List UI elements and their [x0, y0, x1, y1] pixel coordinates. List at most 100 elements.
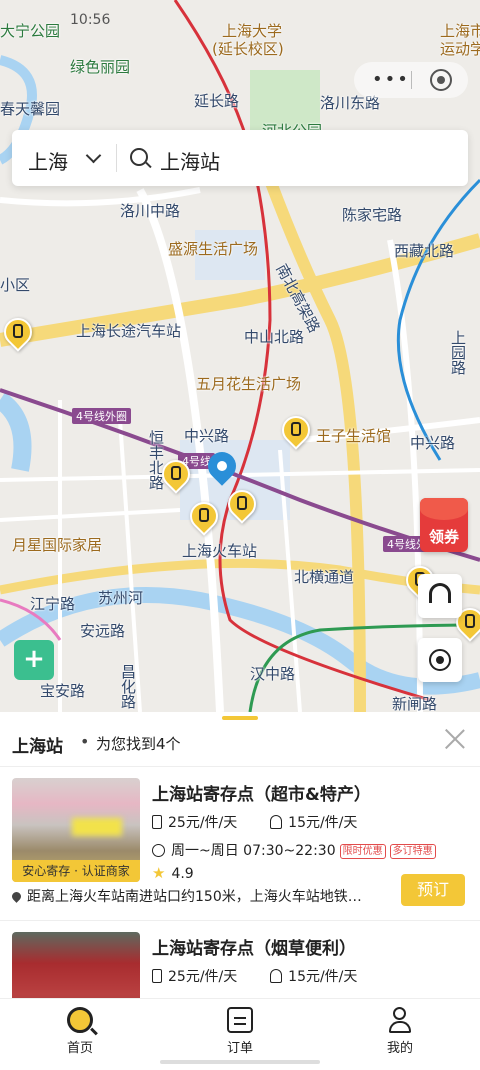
close-icon[interactable] — [444, 728, 466, 750]
hours-row: 周一~周日 07:30~22:30 限时优惠 多订特惠 — [152, 840, 436, 860]
map-label: 延长路 — [194, 92, 240, 110]
store-card[interactable]: 安心寄存 · 认证商家 上海站寄存点（超市&特产） 25元/件/天 15元/件/… — [0, 766, 480, 916]
storage-pin[interactable] — [222, 484, 262, 528]
luggage-icon — [13, 324, 23, 338]
capsule-divider — [411, 71, 412, 89]
map-label: 盛源生活广场 — [168, 240, 259, 258]
verified-tag: 安心寄存 · 认证商家 — [12, 860, 140, 882]
price-large: 15元/件/天 — [288, 815, 358, 831]
sheet-dot: • — [80, 732, 90, 751]
headset-icon — [429, 583, 451, 603]
luggage-icon — [465, 614, 475, 628]
map-label: 陈家宅路 — [342, 206, 403, 224]
store-name: 上海站寄存点（烟草便利） — [152, 939, 356, 959]
price-row: 25元/件/天 15元/件/天 — [152, 812, 357, 832]
promo-badge: 限时优惠 — [339, 844, 386, 859]
map-label: 昌化路 — [119, 664, 137, 709]
bag-icon — [270, 815, 283, 829]
search-home-icon — [67, 1007, 93, 1033]
map-label: 洛川中路 — [120, 202, 181, 220]
map-label: 安远路 — [80, 622, 126, 640]
order-icon — [227, 1007, 253, 1033]
map-label: 中兴路 — [410, 434, 456, 452]
insurance-shield-icon[interactable]: + — [14, 640, 54, 680]
map-label: 江宁路 — [30, 595, 76, 613]
map-label: 汉中路 — [250, 665, 296, 683]
luggage-icon — [237, 496, 247, 510]
price-large: 15元/件/天 — [288, 969, 358, 985]
map-label: 大宁公园 — [0, 22, 61, 40]
coupon-button[interactable]: 领券 — [420, 498, 468, 552]
map-label: 月星国际家居 — [12, 536, 103, 554]
store-address: 距离上海火车站南进站口约150米，上海火车站地铁… — [27, 889, 362, 905]
price-row: 25元/件/天 15元/件/天 — [152, 966, 357, 986]
luggage-icon — [199, 508, 209, 522]
bottom-tab-bar: 首页 订单 我的 — [0, 998, 480, 1067]
mini-program-capsule: ••• — [354, 62, 468, 98]
bag-icon — [270, 969, 283, 983]
home-indicator — [160, 1060, 320, 1064]
map-label: 运动学 — [440, 40, 480, 58]
map-label: 4号线外圈 — [72, 408, 131, 424]
tab-label: 我的 — [386, 1041, 413, 1056]
suitcase-icon — [152, 815, 162, 829]
map-label: 上园路 — [449, 330, 467, 375]
storage-pin[interactable] — [276, 410, 316, 454]
map-label: 西藏北路 — [394, 242, 455, 260]
storage-pin[interactable] — [184, 496, 224, 540]
map-view[interactable]: 10:56 大宁公园 上海大学 (延长校区) 上海市 运动学 绿色丽园 延长路 … — [0, 0, 480, 712]
tab-label: 首页 — [66, 1041, 93, 1056]
rating-row: ★ 4.9 — [152, 864, 194, 882]
search-input[interactable]: 上海站 — [160, 146, 220, 175]
luggage-icon — [171, 466, 181, 480]
star-icon: ★ — [152, 864, 166, 882]
locate-icon-dot — [436, 656, 444, 664]
map-label: 春天馨园 — [0, 100, 61, 118]
map-label: 上海长途汽车站 — [76, 322, 182, 340]
result-count: 为您找到4个 — [96, 735, 181, 753]
price-small: 25元/件/天 — [168, 815, 238, 831]
storage-pin[interactable] — [0, 312, 38, 356]
map-label: 小区 — [0, 276, 31, 294]
map-label: 新闸路 — [392, 695, 438, 712]
tab-profile[interactable]: 我的 — [360, 1007, 440, 1056]
map-label: 五月花生活广场 — [196, 375, 302, 393]
map-label: (延长校区) — [212, 40, 284, 58]
search-bar: 上海 上海站 — [12, 130, 468, 186]
map-label: 王子生活馆 — [316, 427, 392, 445]
map-label: 北横通道 — [294, 568, 355, 586]
storage-pin[interactable] — [156, 454, 196, 498]
tab-label: 订单 — [226, 1041, 253, 1056]
clock-icon — [152, 844, 165, 857]
map-label: 中兴路 — [184, 427, 230, 445]
map-label: 中山北路 — [244, 328, 305, 346]
map-label: 宝安路 — [40, 682, 86, 700]
suitcase-icon — [152, 969, 162, 983]
map-label: 上海火车站 — [182, 542, 258, 560]
city-selector[interactable]: 上海 — [28, 146, 68, 175]
promo-badge: 多订特惠 — [389, 844, 436, 859]
tab-orders[interactable]: 订单 — [200, 1007, 280, 1056]
search-divider — [116, 144, 117, 172]
locate-button[interactable] — [418, 638, 462, 682]
address-row: 距离上海火车站南进站口约150米，上海火车站地铁… — [10, 886, 362, 906]
photo-detail — [72, 818, 122, 836]
close-program-icon[interactable] — [430, 69, 452, 91]
map-label: 苏州河 — [98, 589, 144, 607]
rating-value: 4.9 — [171, 866, 194, 882]
map-label: 绿色丽园 — [70, 58, 131, 76]
sheet-drag-handle[interactable] — [222, 716, 258, 720]
chevron-down-icon — [85, 147, 102, 164]
luggage-icon — [291, 422, 301, 436]
store-name: 上海站寄存点（超市&特产） — [152, 785, 371, 805]
store-photo: 安心寄存 · 认证商家 — [12, 778, 140, 882]
location-pin-icon — [10, 890, 23, 903]
sheet-title: 上海站 — [12, 737, 63, 757]
more-icon[interactable]: ••• — [372, 69, 410, 90]
price-small: 25元/件/天 — [168, 969, 238, 985]
book-button[interactable]: 预订 — [401, 874, 465, 906]
customer-service-button[interactable] — [418, 574, 462, 618]
tab-home[interactable]: 首页 — [40, 1007, 120, 1056]
profile-icon — [387, 1007, 413, 1033]
search-icon — [130, 148, 148, 166]
